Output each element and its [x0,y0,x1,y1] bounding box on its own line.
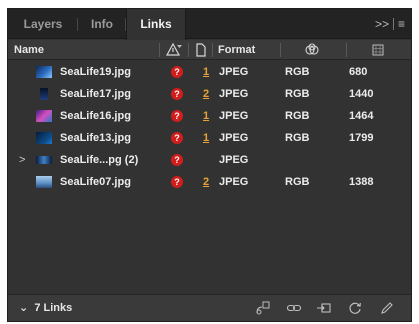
page-number-link[interactable]: 1 [203,105,209,127]
color-space-value: RGB [285,88,310,100]
format-value: JPEG [219,154,249,166]
link-name: SeaLife16.jpg [60,110,131,122]
collapse-panel-icon[interactable]: >> [375,9,389,39]
format-value: JPEG [219,132,249,144]
link-row[interactable]: SeaLife13.jpg ? 1 JPEG RGB 1799 [8,127,411,149]
links-panel: Layers Info Links >> ≡ Name Format SeaLi… [7,8,412,322]
column-divider[interactable] [212,43,213,57]
column-divider[interactable] [159,43,160,57]
image-thumbnail-icon [36,66,52,78]
page-icon[interactable] [195,40,207,60]
link-count-label: 7 Links [34,302,73,314]
edit-original-icon[interactable] [380,301,394,315]
link-name: SeaLife19.jpg [60,66,131,78]
link-name: SeaLife...pg (2) [60,154,139,166]
ppi-value: 1464 [349,110,374,122]
relink-from-cc-icon[interactable] [256,301,270,315]
column-divider[interactable] [188,43,189,57]
format-value: JPEG [219,176,249,188]
tab-links[interactable]: Links [126,9,186,40]
column-divider[interactable] [280,43,281,57]
tab-info[interactable]: Info [78,9,126,39]
link-name: SeaLife07.jpg [60,176,131,188]
link-name: SeaLife17.jpg [60,88,131,100]
link-row[interactable]: SeaLife16.jpg ? 1 JPEG RGB 1464 [8,105,411,127]
panel-controls: >> ≡ [375,9,405,39]
image-thumbnail-icon [36,156,52,164]
ppi-value: 680 [349,66,368,78]
page-number-link[interactable]: 1 [203,61,209,83]
image-thumbnail-icon [40,88,48,100]
image-thumbnail-icon [36,176,52,188]
link-row[interactable]: SeaLife07.jpg ? 2 JPEG RGB 1388 [8,171,411,193]
link-row[interactable]: SeaLife17.jpg ? 2 JPEG RGB 1440 [8,83,411,105]
color-space-icon[interactable] [304,40,320,60]
missing-link-warning-icon[interactable]: ? [171,88,183,100]
image-thumbnail-icon [36,110,52,122]
page-number-link[interactable]: 2 [203,171,209,193]
links-list: SeaLife19.jpg ? 1 JPEG RGB 680 SeaLife17… [8,61,411,193]
format-value: JPEG [219,110,249,122]
ppi-value: 1799 [349,132,374,144]
ppi-value: 1388 [349,176,374,188]
warning-filter-icon[interactable] [165,40,183,60]
panel-footer: ⌄ 7 Links [8,294,411,321]
go-to-link-icon[interactable] [317,301,331,315]
format-column-header[interactable]: Format [218,40,255,60]
update-link-icon[interactable] [348,301,362,315]
ppi-value: 1440 [349,88,374,100]
tab-layers[interactable]: Layers [8,9,78,39]
relink-icon[interactable] [287,301,301,315]
link-name: SeaLife13.jpg [60,132,131,144]
column-header: Name Format [8,40,411,60]
column-divider[interactable] [346,43,347,57]
link-row[interactable]: SeaLife19.jpg ? 1 JPEG RGB 680 [8,61,411,83]
format-value: JPEG [219,88,249,100]
missing-link-warning-icon[interactable]: ? [171,176,183,188]
missing-link-warning-icon[interactable]: ? [171,110,183,122]
panel-menu-icon[interactable]: ≡ [398,9,405,39]
page-number-link[interactable]: 2 [203,83,209,105]
link-count[interactable]: ⌄ 7 Links [19,295,72,321]
missing-link-warning-icon[interactable]: ? [171,66,183,78]
resolution-icon[interactable] [371,40,385,60]
separator [392,18,394,30]
missing-link-warning-icon[interactable]: ? [171,132,183,144]
page-number-link[interactable]: 1 [203,127,209,149]
color-space-value: RGB [285,176,310,188]
chevron-right-icon[interactable]: > [19,149,25,171]
format-value: JPEG [219,66,249,78]
name-column-header[interactable]: Name [14,40,44,60]
tab-bar: Layers Info Links >> ≡ [8,9,411,40]
color-space-value: RGB [285,66,310,78]
color-space-value: RGB [285,110,310,122]
missing-link-warning-icon[interactable]: ? [171,154,183,166]
color-space-value: RGB [285,132,310,144]
link-group-row[interactable]: > SeaLife...pg (2) ? JPEG [8,149,411,171]
chevron-down-icon[interactable]: ⌄ [19,302,28,314]
image-thumbnail-icon [36,132,52,144]
